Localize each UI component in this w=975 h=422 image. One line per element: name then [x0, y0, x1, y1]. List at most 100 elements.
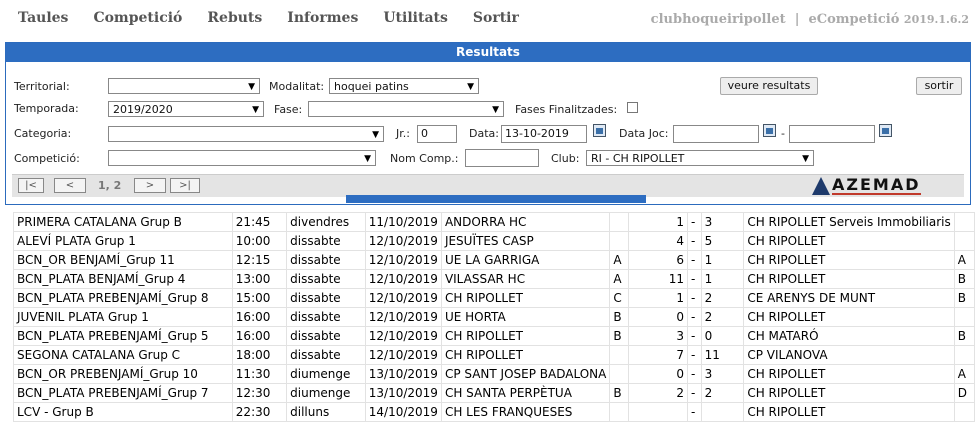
home-letter-cell: [609, 364, 629, 384]
panel-title: Resultats: [6, 43, 970, 62]
fase-label: Fase:: [274, 103, 303, 116]
menu-sortir[interactable]: Sortir: [473, 10, 519, 26]
date-cell: 13/10/2019: [364, 364, 442, 384]
away-team-cell: CE ARENYS DE MUNT: [743, 288, 955, 308]
chevron-down-icon: ▼: [492, 105, 499, 115]
table-row[interactable]: BCN_OR BENJAMÍ_Grup 11 12:15 dissabte 12/10…: [13, 250, 975, 270]
home-score-cell: [627, 402, 689, 422]
home-team-cell: VILASSAR HC: [440, 269, 611, 289]
home-team-cell: UE LA GARRIGA: [440, 250, 611, 270]
time-cell: 16:00: [231, 307, 288, 327]
pager-last-button[interactable]: >|: [170, 178, 200, 193]
pager-info: 1, 2: [98, 179, 122, 192]
modalitat-select[interactable]: hoquei patins ▼: [329, 78, 479, 94]
brand-club: clubhoqueiripollet: [650, 12, 786, 27]
home-letter-cell: A: [609, 250, 629, 270]
table-row[interactable]: LCV - Grup B 22:30 dilluns 14/10/2019 CH LES…: [13, 402, 975, 422]
top-menu-bar: Taules Competició Rebuts Informes Utilit…: [0, 0, 975, 38]
away-team-cell: CH RIPOLLET: [743, 364, 955, 384]
jornada-input[interactable]: 0: [417, 125, 457, 143]
data-joc-to-input[interactable]: [789, 125, 875, 143]
menu-informes[interactable]: Informes: [287, 10, 358, 26]
data-joc-from-input[interactable]: [673, 125, 759, 143]
home-score-cell: 4: [627, 231, 689, 251]
home-letter-cell: [609, 231, 629, 251]
time-cell: 15:00: [231, 288, 288, 308]
away-team-cell: CH RIPOLLET: [743, 402, 955, 422]
brand-title: clubhoqueiripollet | eCompetició 2019.1.…: [651, 12, 969, 27]
home-team-cell: CH LES FRANQUESES: [440, 402, 611, 422]
brand-separator: |: [794, 12, 800, 27]
menu-competicio[interactable]: Competició: [93, 10, 182, 26]
fases-finalitzades-label: Fases Finalitzades:: [515, 103, 618, 116]
calendar-icon[interactable]: [879, 124, 892, 137]
sortir-button[interactable]: sortir: [916, 77, 962, 95]
table-row[interactable]: BCN_PLATA PREBENJAMÍ_Grup 7 12:30 diumenge…: [13, 383, 975, 403]
day-cell: diumenge: [286, 383, 366, 403]
time-cell: 10:00: [231, 231, 288, 251]
day-cell: dissabte: [286, 231, 366, 251]
time-cell: 13:00: [231, 269, 288, 289]
pager-prev-button[interactable]: <: [54, 178, 86, 193]
club-select[interactable]: RI - CH RIPOLLET ▼: [586, 150, 814, 166]
nom-comp-input[interactable]: [465, 149, 539, 167]
categoria-label: Categoria:: [14, 127, 72, 140]
table-row[interactable]: PRIMERA CATALANA Grup B 21:45 divendres 11/…: [13, 212, 975, 232]
away-score-cell: 3: [700, 212, 745, 232]
table-row[interactable]: ALEVÍ PLATA Grup 1 10:00 dissabte 12/10/201…: [13, 231, 975, 251]
score-separator-cell: -: [687, 364, 702, 384]
data-label: Data:: [469, 127, 499, 140]
table-row[interactable]: BCN_PLATA PREBENJAMÍ_Grup 5 16:00 dissabte…: [13, 326, 975, 346]
home-team-cell: CH RIPOLLET: [440, 288, 611, 308]
table-row[interactable]: BCN_PLATA PREBENJAMÍ_Grup 8 15:00 dissabte…: [13, 288, 975, 308]
date-cell: 14/10/2019: [364, 402, 442, 422]
competicio-select[interactable]: ▼: [108, 150, 376, 166]
time-cell: 12:30: [231, 383, 288, 403]
menu-taules[interactable]: Taules: [18, 10, 68, 26]
away-letter-cell: B: [953, 269, 975, 289]
away-letter-cell: [953, 231, 975, 251]
table-row[interactable]: SEGONA CATALANA Grup C 18:00 dissabte 12/10…: [13, 345, 975, 365]
table-row[interactable]: BCN_OR PREBENJAMÍ_Grup 10 11:30 diumenge 13…: [13, 364, 975, 384]
menu-rebuts[interactable]: Rebuts: [207, 10, 262, 26]
competition-cell: PRIMERA CATALANA Grup B: [13, 212, 233, 232]
club-value: RI - CH RIPOLLET: [591, 152, 685, 165]
table-row[interactable]: JUVENIL PLATA Grup 1 16:00 dissabte 12/10/2…: [13, 307, 975, 327]
home-score-cell: 1: [627, 212, 689, 232]
menu-utilitats[interactable]: Utilitats: [383, 10, 448, 26]
calendar-icon[interactable]: [763, 124, 776, 137]
away-score-cell: 0: [700, 326, 745, 346]
pager-first-button[interactable]: |<: [18, 178, 44, 193]
competition-cell: ALEVÍ PLATA Grup 1: [13, 231, 233, 251]
home-team-cell: UE HORTA: [440, 307, 611, 327]
home-team-cell: CH RIPOLLET: [440, 345, 611, 365]
fase-select[interactable]: ▼: [308, 101, 504, 117]
categoria-select[interactable]: ▼: [108, 126, 384, 142]
results-subheader-strip: [346, 195, 646, 203]
calendar-icon[interactable]: [593, 124, 606, 137]
veure-resultats-button[interactable]: veure resultats: [720, 77, 818, 95]
club-label: Club:: [551, 152, 580, 165]
score-separator-cell: -: [687, 269, 702, 289]
away-team-cell: CH RIPOLLET: [743, 250, 955, 270]
pager-next-button[interactable]: >: [134, 178, 166, 193]
data-joc-dash: -: [781, 127, 785, 140]
day-cell: dissabte: [286, 307, 366, 327]
away-score-cell: [700, 402, 745, 422]
territorial-select[interactable]: ▼: [108, 78, 260, 94]
day-cell: dissabte: [286, 250, 366, 270]
temporada-select[interactable]: 2019/2020 ▼: [108, 101, 264, 117]
chevron-down-icon: ▼: [248, 82, 255, 92]
table-row[interactable]: BCN_PLATA BENJAMÍ_Grup 4 13:00 dissabte 12/…: [13, 269, 975, 289]
competition-cell: SEGONA CATALANA Grup C: [13, 345, 233, 365]
home-score-cell: 0: [627, 364, 689, 384]
competition-cell: BCN_OR PREBENJAMÍ_Grup 10: [13, 364, 233, 384]
modalitat-value: hoquei patins: [334, 80, 409, 93]
competition-cell: BCN_PLATA PREBENJAMÍ_Grup 5: [13, 326, 233, 346]
data-input[interactable]: 13-10-2019: [501, 125, 587, 143]
home-letter-cell: B: [609, 326, 629, 346]
fases-finalitzades-checkbox[interactable]: [627, 102, 638, 113]
away-letter-cell: A: [953, 250, 975, 270]
home-score-cell: 2: [627, 383, 689, 403]
away-letter-cell: A: [953, 364, 975, 384]
